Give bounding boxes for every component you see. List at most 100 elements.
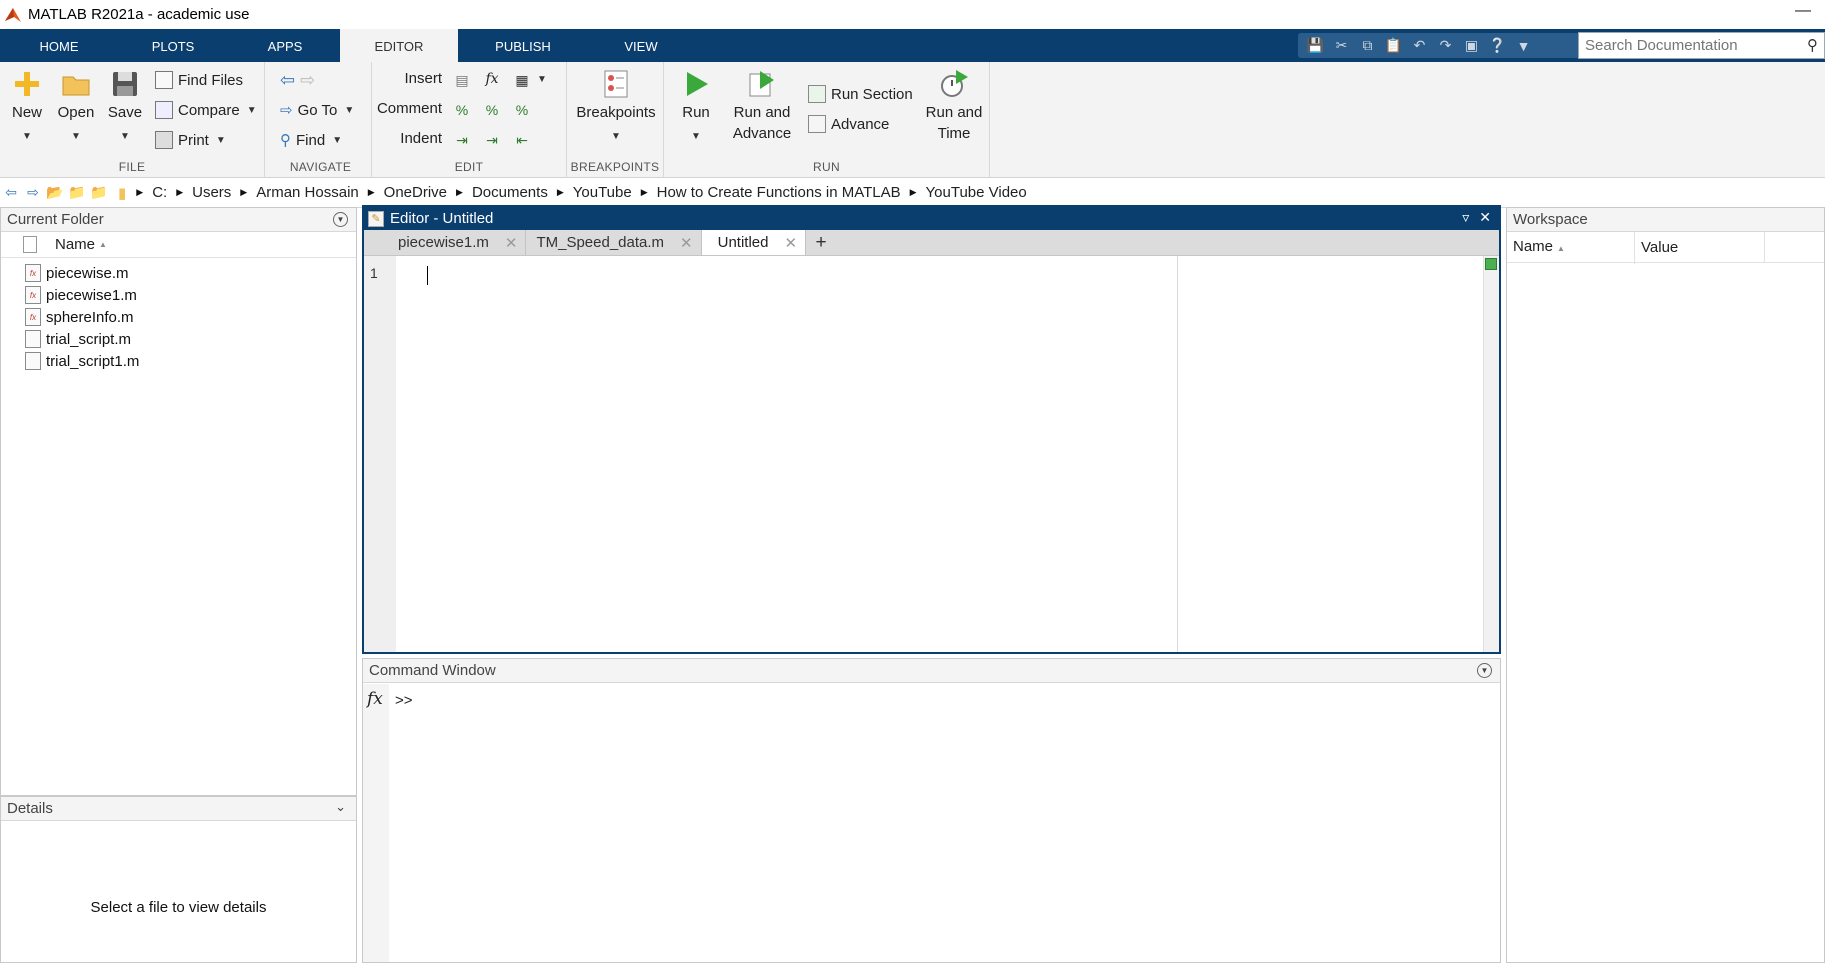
new-button[interactable]: New ▼ [8,68,46,147]
search-folder-icon[interactable]: 📁 [88,183,110,203]
advance-icon [808,115,826,133]
details-panel: Details ⌄ Select a file to view details [0,796,357,963]
find-button[interactable]: ⚲ Find ▼ [280,128,342,152]
forward-icon[interactable]: ⇨ [22,183,44,203]
compare-button[interactable]: Compare ▼ [155,98,257,122]
list-item[interactable]: trial_script.m [1,328,356,350]
insert-label[interactable]: Insert [372,70,442,87]
breakpoints-button[interactable]: Breakpoints ▼ [573,68,659,147]
minimize-icon[interactable]: — [1795,2,1811,20]
cut-icon[interactable]: ✂ [1332,36,1351,55]
up-one-level-icon[interactable]: 📂 [44,183,66,203]
switch-windows-icon[interactable]: ▣ [1462,36,1481,55]
browse-folder-icon[interactable]: 📁 [66,183,88,203]
breadcrumb-item[interactable]: How to Create Functions in MATLAB [648,184,910,201]
function-browser-icon[interactable]: fx [367,689,383,709]
community-icon[interactable]: ▼ [1514,36,1533,55]
editor-tab[interactable]: piecewise1.m ✕ [382,230,527,255]
copy-icon[interactable]: ⧉ [1358,36,1377,55]
insert-section-icon[interactable]: ▤ [452,70,472,90]
insert-snippet-icon[interactable]: ▦ [512,70,532,90]
new-tab-button[interactable]: + [806,230,836,255]
breadcrumb-item[interactable]: OneDrive [375,184,456,201]
breadcrumb-item[interactable]: Documents [463,184,557,201]
file-type-column-icon [23,236,37,253]
search-icon[interactable]: ⚲ [1807,36,1818,54]
code-editor[interactable] [396,256,1483,652]
comment-icon[interactable]: % [452,100,472,120]
decrease-indent-icon[interactable]: ⇤ [512,130,532,150]
editor-scrollbar[interactable] [1483,256,1499,652]
list-item[interactable]: fx piecewise1.m [1,284,356,306]
breadcrumb-separator-icon: ▶ [909,187,917,197]
save-button[interactable]: Save ▼ [106,68,144,147]
run-and-advance-button[interactable]: Run and Advance [730,68,794,144]
editor-tab-active[interactable]: Untitled ✕ [701,230,807,255]
title-bar: MATLAB R2021a - academic use — [0,0,1825,29]
tab-plots[interactable]: PLOTS [128,29,218,62]
magnifier-icon: ⚲ [280,132,291,149]
wrap-comments-icon[interactable]: % [512,100,532,120]
run-section-button[interactable]: Run Section [808,82,913,106]
chevron-down-icon[interactable]: ⌄ [335,799,346,815]
close-tab-icon[interactable]: ✕ [784,234,797,252]
list-item[interactable]: trial_script1.m [1,350,356,372]
increase-indent-icon[interactable]: ⇥ [482,130,502,150]
open-button[interactable]: Open ▼ [55,68,97,147]
back-forward-buttons[interactable]: ⇦ ⇨ [280,68,315,92]
close-tab-icon[interactable]: ✕ [505,234,518,252]
code-analyzer-status-icon[interactable] [1485,258,1497,270]
forward-arrow-icon[interactable]: ⇨ [300,70,315,91]
advance-button[interactable]: Advance [808,112,889,136]
go-to-button[interactable]: ⇨ Go To ▼ [280,98,354,122]
run-button[interactable]: Run ▼ [674,68,718,147]
list-item[interactable]: fx sphereInfo.m [1,306,356,328]
tab-publish[interactable]: PUBLISH [468,29,578,62]
save-icon[interactable]: 💾 [1306,36,1325,55]
tab-apps[interactable]: APPS [240,29,330,62]
tab-home[interactable]: HOME [14,29,104,62]
uncomment-icon[interactable]: % [482,100,502,120]
editor-tab[interactable]: TM_Speed_data.m ✕ [526,230,702,255]
matlab-logo-icon [5,7,21,22]
toolstrip: New ▼ Open ▼ Save ▼ Find Files Compare ▼ [0,62,1825,178]
details-title: Details [7,800,53,817]
breadcrumb-item[interactable]: Users [183,184,240,201]
breadcrumb-separator-icon: ▶ [240,187,248,197]
undo-icon[interactable]: ↶ [1410,36,1429,55]
name-column-header[interactable]: Name [55,236,95,253]
insert-function-icon[interactable]: fx [482,69,502,89]
search-input[interactable] [1579,37,1779,54]
list-item[interactable]: fx piecewise.m [1,262,356,284]
print-button[interactable]: Print ▼ [155,128,226,152]
panel-menu-icon[interactable]: ▼ [333,212,348,227]
indent-label[interactable]: Indent [372,130,442,147]
current-folder-header: Current Folder ▼ [1,208,356,232]
close-icon[interactable]: ✕ [1479,209,1491,226]
breadcrumb-item[interactable]: Arman Hossain [247,184,368,201]
tab-view[interactable]: VIEW [594,29,688,62]
find-files-button[interactable]: Find Files [155,68,243,92]
breadcrumb-item[interactable]: YouTube Video [917,184,1036,201]
paste-icon[interactable]: 📋 [1384,36,1403,55]
run-and-time-button[interactable]: Run and Time [924,68,984,144]
panel-menu-icon[interactable]: ▿ [1462,209,1469,226]
name-column-header[interactable]: Name ▲ [1507,230,1635,264]
search-documentation[interactable]: ⚲ [1578,32,1825,59]
chevron-down-icon[interactable]: ▼ [537,74,547,85]
comment-label[interactable]: Comment [372,100,442,117]
quick-access-toolbar: 💾 ✂ ⧉ 📋 ↶ ↷ ▣ ❔ ▼ [1298,33,1578,58]
back-arrow-icon[interactable]: ⇦ [280,70,295,91]
value-column-header[interactable]: Value [1635,231,1765,263]
back-icon[interactable]: ⇦ [0,183,22,203]
new-icon [15,72,39,96]
panel-menu-icon[interactable]: ▼ [1477,663,1492,678]
smart-indent-icon[interactable]: ⇥ [452,130,472,150]
help-icon[interactable]: ❔ [1488,36,1507,55]
redo-icon[interactable]: ↷ [1436,36,1455,55]
command-prompt[interactable]: >> [395,692,413,709]
breadcrumb-item[interactable]: C: [143,184,176,201]
close-tab-icon[interactable]: ✕ [680,234,693,252]
tab-editor[interactable]: EDITOR [340,29,458,62]
breadcrumb-item[interactable]: YouTube [564,184,641,201]
